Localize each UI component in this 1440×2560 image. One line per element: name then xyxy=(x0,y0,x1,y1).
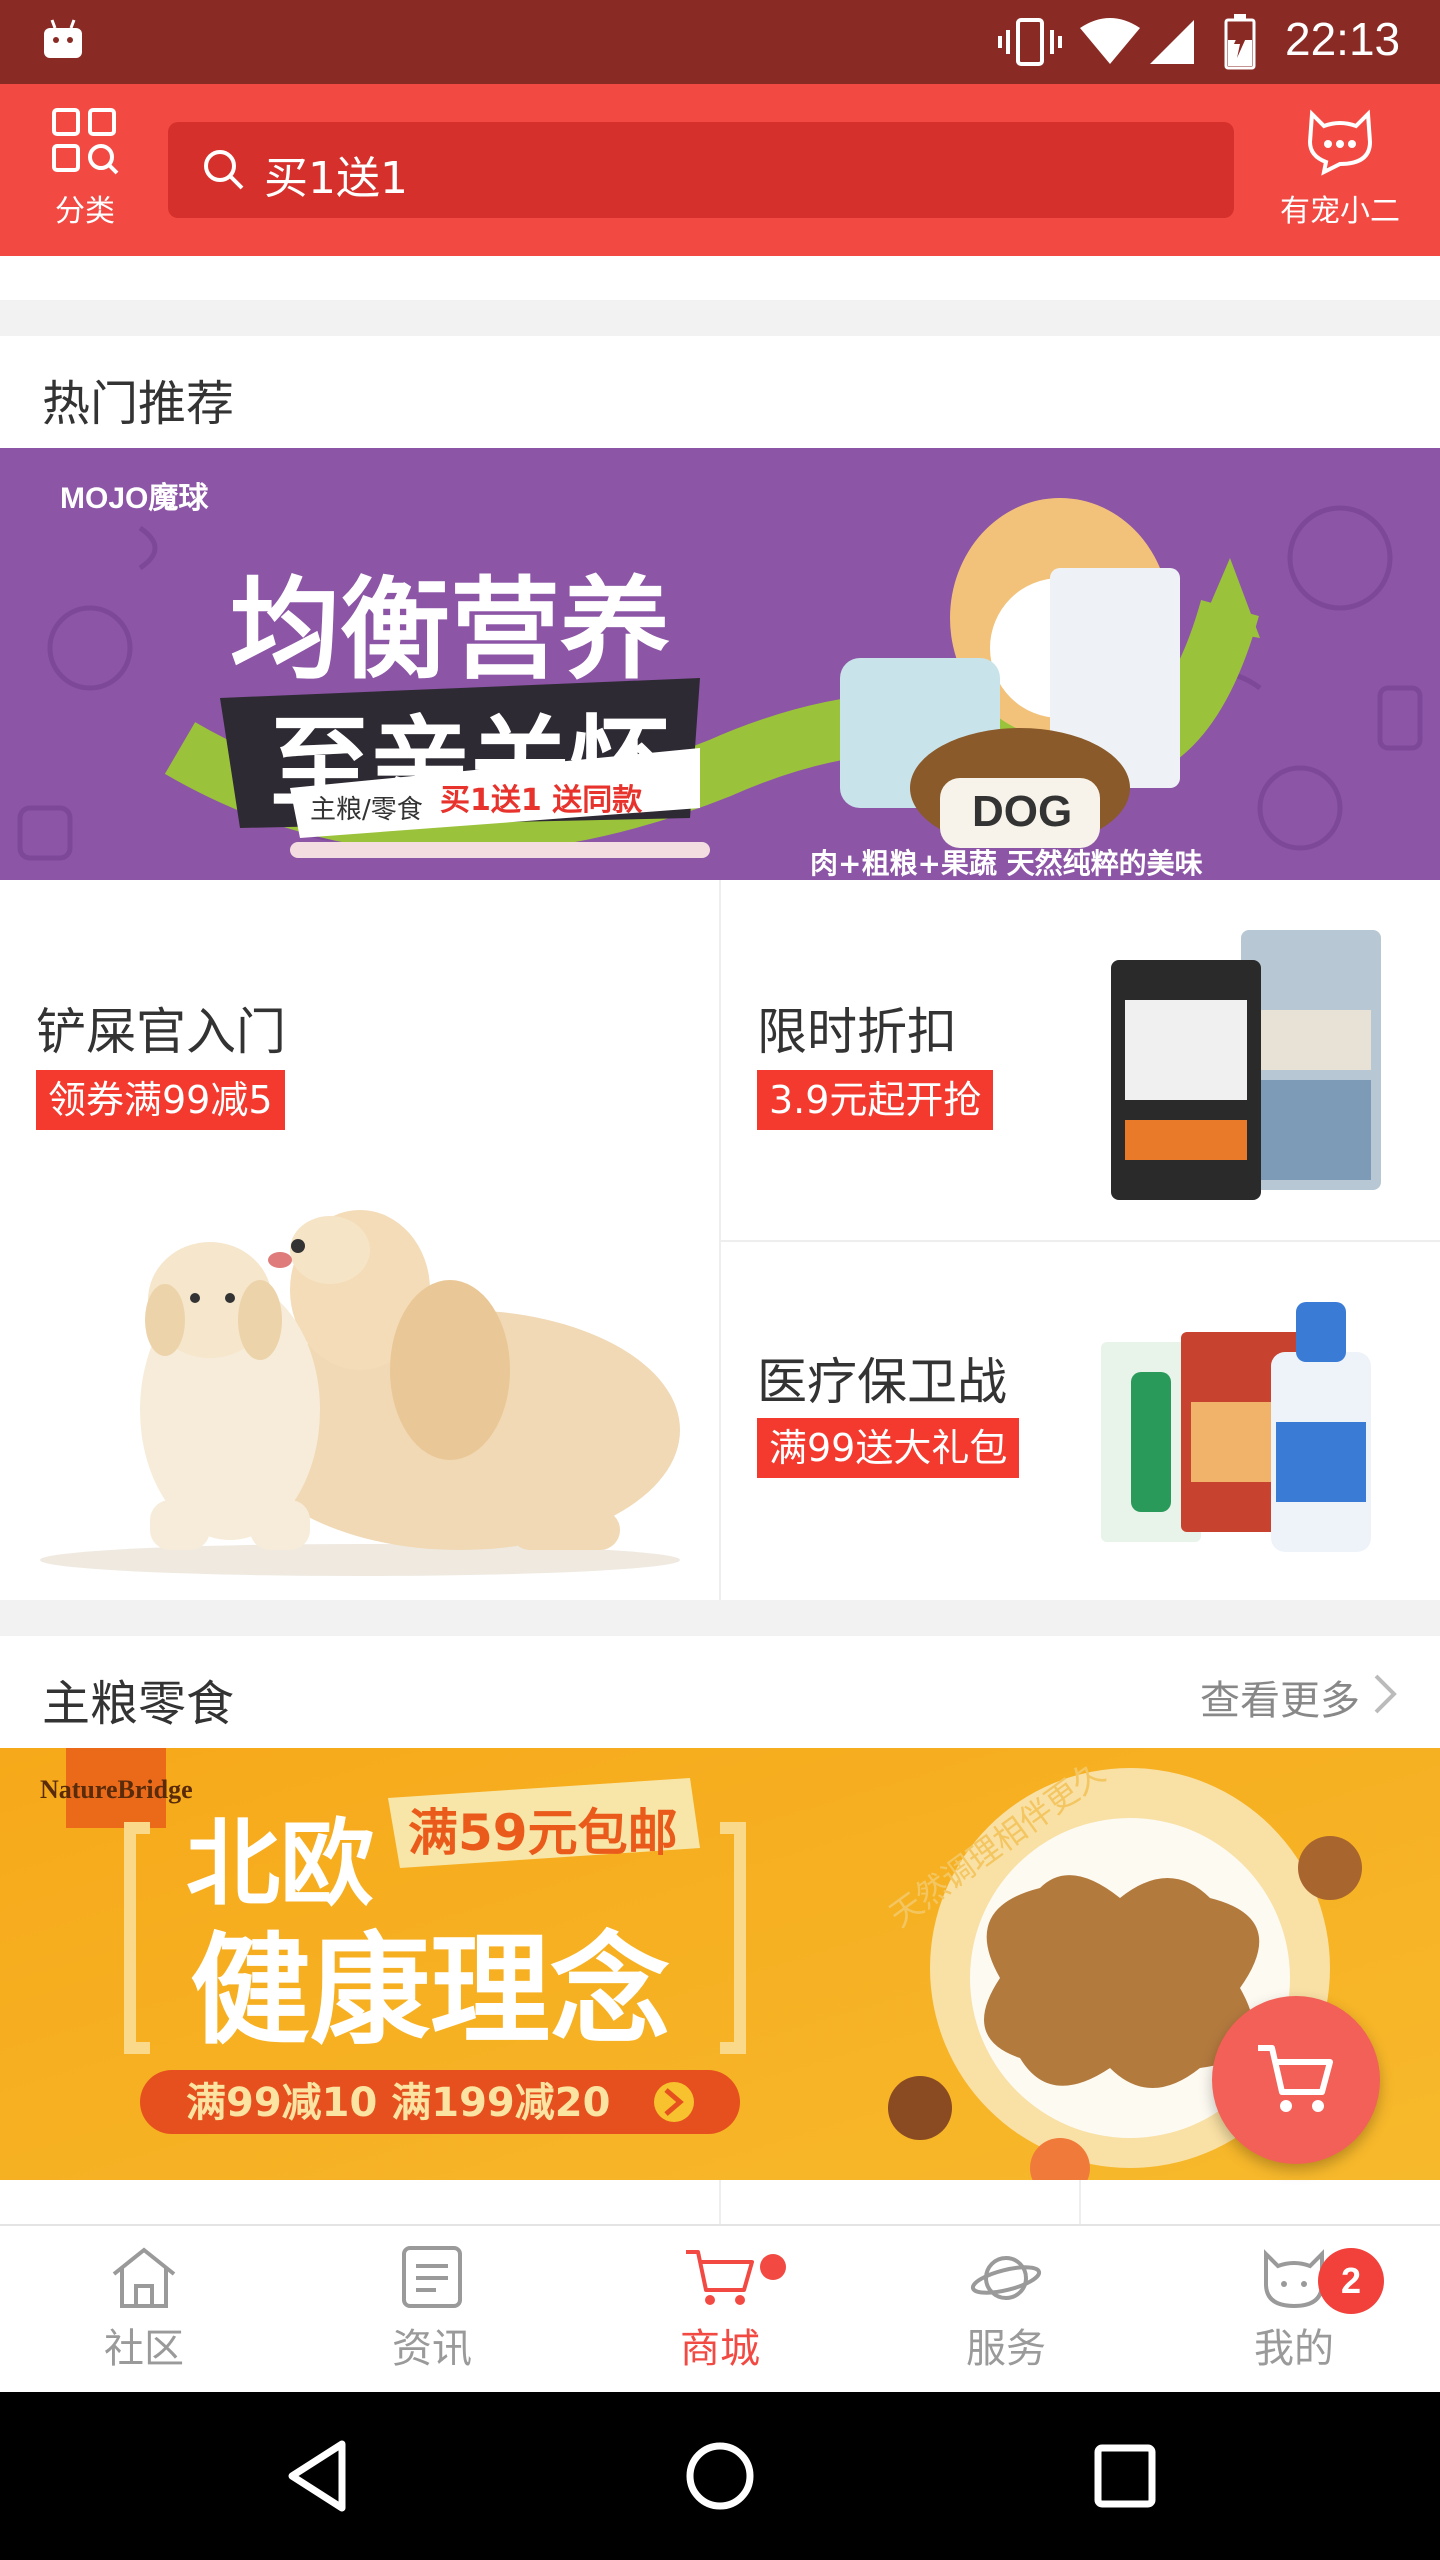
nb-headline-1: 北欧 xyxy=(186,1810,374,1919)
mojo-promo-prefix: 主粮/零食 xyxy=(310,795,423,825)
bottom-tab-bar: 社区 资讯 商城 服务 我的 2 xyxy=(0,2224,1440,2392)
nb-offer: 满99减10 满199减20 xyxy=(186,2080,610,2126)
mine-badge: 2 xyxy=(1318,2248,1384,2314)
hot-section-header: 热门推荐 xyxy=(0,336,1440,448)
promo-grid: 铲屎官入门 领券满99减5 限时折扣 3.9元起开抢 医疗保卫战 满99送大礼包 xyxy=(0,880,1440,1600)
search-bar[interactable]: 买1送1 xyxy=(168,122,1234,218)
signal-icon xyxy=(1150,20,1194,64)
tile-beginner[interactable]: 铲屎官入门 领券满99减5 xyxy=(0,880,719,1600)
tile-medical-tag: 满99送大礼包 xyxy=(757,1418,1020,1478)
dog-food-bags-image xyxy=(1111,930,1381,1200)
nb-headline-2: 健康理念 xyxy=(190,1922,670,2061)
service-label: 有宠小二 xyxy=(1280,194,1400,229)
category-label: 分类 xyxy=(55,194,115,229)
vibrate-icon xyxy=(998,18,1062,66)
tab-mall-label: 商城 xyxy=(680,2326,760,2372)
home-circle-icon[interactable] xyxy=(682,2436,758,2516)
tile-beginner-tag: 领券满99减5 xyxy=(36,1070,285,1130)
tile-medical[interactable]: 医疗保卫战 满99送大礼包 xyxy=(721,1242,1440,1600)
tab-news-label: 资讯 xyxy=(392,2326,472,2372)
back-icon[interactable] xyxy=(282,2436,352,2516)
tile-medical-title: 医疗保卫战 xyxy=(757,1353,1007,1411)
tile-beginner-title: 铲屎官入门 xyxy=(36,1003,286,1061)
search-icon xyxy=(204,150,244,190)
news-icon xyxy=(402,2246,462,2308)
see-more-link[interactable]: 查看更多 xyxy=(1200,1668,1360,1726)
status-bar: 22:13 xyxy=(0,0,1440,84)
hot-section-title: 热门推荐 xyxy=(42,376,235,432)
nb-shipping-badge: 满59元包邮 xyxy=(408,1804,678,1862)
tab-service[interactable]: 服务 xyxy=(906,2244,1106,2374)
wifi-icon xyxy=(1080,18,1140,64)
mojo-headline-1: 均衡营养 xyxy=(230,566,670,694)
mojo-promo-highlight: 买1送1 送同款 xyxy=(440,783,643,818)
cart-icon xyxy=(1258,2045,1333,2112)
mojo-brand: MOJO魔球 xyxy=(60,482,209,515)
recents-icon[interactable] xyxy=(1090,2436,1160,2516)
naturebridge-brand: NatureBridge xyxy=(40,1775,193,1804)
category-button[interactable]: 分类 xyxy=(30,106,140,236)
category-grid-icon xyxy=(52,108,119,175)
medicine-products-image xyxy=(1101,1302,1371,1552)
battery-icon xyxy=(1224,14,1256,70)
chevron-right-icon xyxy=(1374,1674,1397,1714)
tab-mall[interactable]: 商城 xyxy=(620,2244,820,2374)
tab-mine-label: 我的 xyxy=(1254,2326,1334,2372)
tab-community[interactable]: 社区 xyxy=(44,2244,244,2374)
tab-news[interactable]: 资讯 xyxy=(332,2244,532,2374)
customer-service-button[interactable]: 有宠小二 xyxy=(1260,106,1420,236)
chat-cat-icon xyxy=(1307,109,1373,176)
staple-section-header: 主粮零食 查看更多 xyxy=(0,1636,1440,1748)
mojo-package-text: DOG xyxy=(972,787,1072,836)
tile-discount-title: 限时折扣 xyxy=(757,1003,957,1061)
clock: 22:13 xyxy=(1285,13,1401,65)
carousel-bottom-strip xyxy=(0,256,1440,300)
tab-service-label: 服务 xyxy=(966,2326,1046,2372)
home-icon xyxy=(112,2247,176,2308)
system-navigation-bar xyxy=(0,2392,1440,2560)
top-header: 分类 买1送1 有宠小二 xyxy=(0,84,1440,256)
mojo-banner[interactable]: MOJO魔球 均衡营养 至亲关怀 主粮/零食 买1送1 送同款 肉+粗粮+果蔬 … xyxy=(0,448,1440,880)
tile-discount-tag: 3.9元起开抢 xyxy=(757,1070,994,1130)
mall-notification-dot xyxy=(760,2254,786,2280)
tab-community-label: 社区 xyxy=(104,2326,184,2372)
search-query: 买1送1 xyxy=(264,153,408,204)
android-icon xyxy=(44,19,82,58)
mojo-tagline: 肉+粗粮+果蔬 天然纯粹的美味 xyxy=(810,847,1203,880)
planet-icon xyxy=(970,2256,1042,2300)
staple-section-title: 主粮零食 xyxy=(42,1676,235,1732)
dogs-image xyxy=(40,1210,680,1576)
tile-discount[interactable]: 限时折扣 3.9元起开抢 xyxy=(721,880,1440,1240)
floating-cart-button[interactable] xyxy=(1212,1996,1380,2164)
next-row-preview xyxy=(0,2180,1440,2224)
cart-icon xyxy=(686,2250,754,2305)
